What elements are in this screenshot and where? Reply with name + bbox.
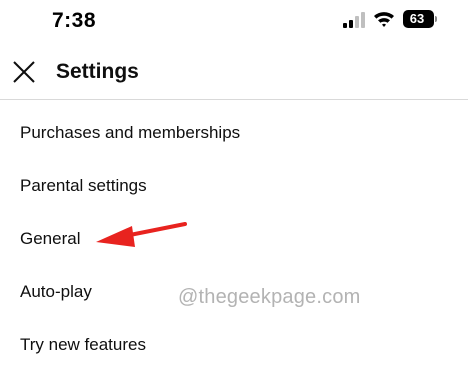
menu-item-general[interactable]: General bbox=[0, 214, 468, 267]
watermark: @thegeekpage.com bbox=[178, 286, 361, 308]
status-bar: 7:38 63 bbox=[0, 0, 468, 44]
page-title: Settings bbox=[56, 60, 139, 83]
menu-item-parental-settings[interactable]: Parental settings bbox=[0, 161, 468, 214]
menu-item-label: Purchases and memberships bbox=[20, 123, 241, 142]
battery-icon: 63 bbox=[403, 10, 437, 28]
cellular-signal-icon bbox=[343, 12, 365, 28]
menu-item-label: Auto-play bbox=[20, 282, 92, 301]
settings-header: Settings bbox=[0, 44, 468, 100]
menu-item-label: Try new features bbox=[20, 335, 146, 354]
wifi-icon bbox=[374, 12, 394, 27]
menu-item-try-new-features[interactable]: Try new features bbox=[0, 320, 468, 373]
menu-item-purchases-and-memberships[interactable]: Purchases and memberships bbox=[0, 108, 468, 161]
close-icon bbox=[13, 61, 35, 83]
menu-item-label: General bbox=[20, 229, 81, 248]
status-time: 7:38 bbox=[52, 9, 97, 32]
menu-item-label: Parental settings bbox=[20, 176, 147, 195]
battery-level: 63 bbox=[409, 11, 425, 26]
close-button[interactable] bbox=[8, 56, 40, 88]
